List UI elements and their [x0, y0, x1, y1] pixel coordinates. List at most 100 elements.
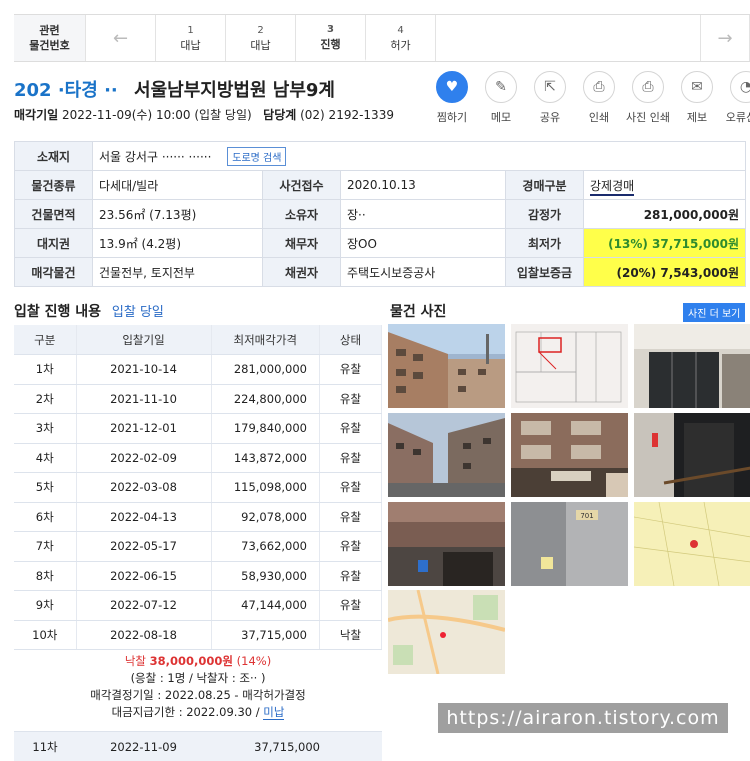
date-cell: 2021-10-14 [76, 354, 212, 385]
price-cell: 143,872,000 [211, 443, 320, 473]
date-cell: 2021-11-10 [76, 384, 212, 414]
tab-related-items[interactable]: 관련 물건번호 [14, 15, 86, 61]
price-cell: 224,800,000 [211, 384, 320, 414]
door-number-label: 701 [580, 512, 593, 520]
photo-entrance[interactable] [634, 324, 750, 408]
heart-icon: ♥ [436, 71, 468, 103]
round-cell: 8차 [14, 561, 77, 591]
date-cell: 2022-06-15 [76, 561, 212, 591]
price-cell: 73,662,000 [211, 531, 320, 562]
min-price-cell: (13%) 37,715,000원 [583, 228, 746, 258]
printer-icon: ⎙ [583, 71, 615, 103]
case-tabs: 관련 물건번호 ← 1 대납 2 대납 3 진행 4 허가 → [14, 14, 750, 62]
photos-title: 물건 사진 [390, 304, 447, 320]
location-value: 서울 강서구 ······ ······ [99, 149, 212, 164]
photo-building-exterior[interactable] [388, 324, 505, 408]
printer-icon: ⎙ [632, 71, 664, 103]
round-cell: 7차 [14, 531, 77, 562]
photo-street-view[interactable] [388, 413, 505, 497]
price-cell: 179,840,000 [211, 413, 320, 444]
status-cell: 낙찰 [319, 620, 382, 650]
round-cell: 4차 [14, 443, 77, 473]
status-cell: 유찰 [319, 590, 382, 621]
more-photos-button[interactable]: 사진 더 보기 [683, 303, 746, 322]
payment-status-link[interactable]: 미납 [263, 705, 285, 720]
watermark: https://airaron.tistory.com [438, 703, 728, 733]
table-row: 2차 2021-11-10 224,800,000 유찰 [14, 384, 382, 414]
action-bar: ♥ 찜하기 ✎ 메모 ⇱ 공유 ⎙ 인쇄 ⎙ 사진 인쇄 ✉ 제보 ◔ 오류신고 [428, 71, 750, 125]
round-cell: 1차 [14, 354, 77, 385]
price-cell: 92,078,000 [211, 502, 320, 532]
sale-result: 낙찰 38,000,000원 (14%) (응찰 : 1명 / 낙찰자 : 조·… [14, 650, 382, 732]
prev-arrow-icon[interactable]: ← [86, 15, 156, 61]
price-cell: 281,000,000 [211, 354, 320, 385]
tab-item-4[interactable]: 4 허가 [366, 15, 436, 61]
bid-history-title: 입찰 진행 내용 입찰 당일 [14, 304, 164, 320]
photo-cadastral-map[interactable] [634, 502, 750, 586]
round-cell: 9차 [14, 590, 77, 621]
tab-spacer [436, 15, 700, 61]
round-cell: 10차 [14, 620, 77, 650]
table-row: 6차 2022-04-13 92,078,000 유찰 [14, 502, 382, 532]
table-row: 3차 2021-12-01 179,840,000 유찰 [14, 413, 382, 444]
date-cell: 2021-12-01 [76, 413, 212, 444]
photo-unit-door[interactable]: 701 [511, 502, 628, 586]
price-cell: 37,715,000 [211, 620, 320, 650]
print-button[interactable]: ⎙ 인쇄 [575, 71, 623, 125]
status-cell: 유찰 [319, 443, 382, 473]
page-title: 202 ·타경 ·· 서울남부지방법원 남부9계 [14, 76, 335, 102]
location-cell: 서울 강서구 ······ ······ 도로명 검색 [92, 141, 746, 171]
share-icon: ⇱ [534, 71, 566, 103]
photo-building-entrance[interactable] [388, 502, 505, 586]
report-button[interactable]: ✉ 제보 [673, 71, 721, 125]
like-button[interactable]: ♥ 찜하기 [428, 71, 476, 125]
photo-floor-plan[interactable] [511, 324, 628, 408]
share-button[interactable]: ⇱ 공유 [526, 71, 574, 125]
table-row: 4차 2022-02-09 143,872,000 유찰 [14, 443, 382, 473]
table-header: 구분 입찰기일 최저매각가격 상태 [14, 325, 382, 355]
table-row: 10차 2022-08-18 37,715,000 낙찰 [14, 620, 382, 650]
price-cell: 115,098,000 [211, 472, 320, 503]
case-number: 202 ·타경 ·· [14, 80, 118, 101]
deposit-cell: (20%) 7,543,000원 [583, 257, 746, 287]
date-cell: 2022-08-18 [76, 620, 212, 650]
status-cell: 유찰 [319, 561, 382, 591]
dept-phone: (02) 2192-1339 [300, 108, 394, 122]
date-cell: 2022-02-09 [76, 443, 212, 473]
auction-kind-cell: 강제경매 [583, 170, 746, 200]
tab-item-2[interactable]: 2 대납 [226, 15, 296, 61]
sale-date: 2022-11-09(수) 10:00 (입찰 당일) [62, 108, 252, 122]
tab-item-1[interactable]: 1 대납 [156, 15, 226, 61]
table-row: 9차 2022-07-12 47,144,000 유찰 [14, 590, 382, 621]
table-row: 5차 2022-03-08 115,098,000 유찰 [14, 472, 382, 503]
memo-button[interactable]: ✎ 메모 [477, 71, 525, 125]
photo-location-map[interactable] [388, 590, 505, 674]
round-cell: 6차 [14, 502, 77, 532]
date-cell: 2022-07-12 [76, 590, 212, 621]
status-cell: 유찰 [319, 502, 382, 532]
status-cell: 유찰 [319, 531, 382, 562]
photo-building-facade[interactable] [511, 413, 628, 497]
court-name: 서울남부지방법원 남부9계 [134, 80, 335, 101]
bid-history-table: 구분 입찰기일 최저매각가격 상태 1차 2021-10-14 281,000,00… [14, 325, 382, 650]
date-cell: 2022-03-08 [76, 472, 212, 503]
property-info-table: 소재지 서울 강서구 ······ ······ 도로명 검색 물건종류 다세대… [14, 141, 746, 287]
next-arrow-icon[interactable]: → [700, 15, 750, 61]
today-link[interactable]: 입찰 당일 [112, 305, 164, 320]
round-cell: 3차 [14, 413, 77, 444]
status-cell: 유찰 [319, 413, 382, 444]
road-search-button[interactable]: 도로명 검색 [227, 146, 287, 166]
price-cell: 47,144,000 [211, 590, 320, 621]
price-cell: 58,930,000 [211, 561, 320, 591]
status-cell: 유찰 [319, 354, 382, 385]
sale-meta: 매각기일 2022-11-09(수) 10:00 (입찰 당일) 담당계 (02… [14, 108, 394, 122]
tab-item-3[interactable]: 3 진행 [296, 15, 366, 61]
status-cell: 유찰 [319, 384, 382, 414]
date-cell: 2022-04-13 [76, 502, 212, 532]
mail-icon: ✉ [681, 71, 713, 103]
table-row: 1차 2021-10-14 281,000,000 유찰 [14, 354, 382, 385]
error-report-button[interactable]: ◔ 오류신고 [722, 71, 750, 125]
photo-print-button[interactable]: ⎙ 사진 인쇄 [624, 71, 672, 125]
date-cell: 2022-05-17 [76, 531, 212, 562]
photo-door[interactable] [634, 413, 750, 497]
